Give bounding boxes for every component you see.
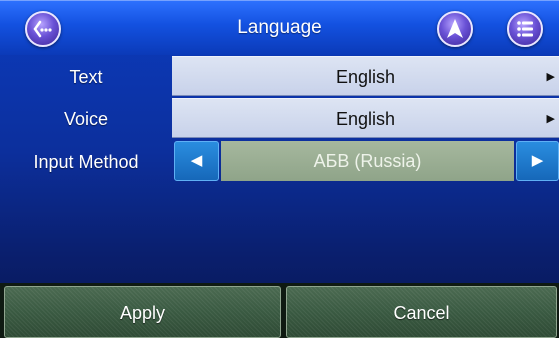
header-bar: Language (0, 0, 559, 55)
voice-language-value: English (335, 109, 396, 129)
input-method-value: АБВ (Russia) (221, 141, 514, 181)
text-language-selector[interactable]: English ▶ (172, 56, 559, 96)
input-method-prev-button[interactable]: ◀ (174, 141, 219, 181)
chevron-right-icon: ▶ (546, 113, 555, 125)
apply-button[interactable]: Apply (4, 286, 281, 338)
voice-language-row: Voice English ▶ (0, 98, 559, 140)
input-method-label: Input Method (33, 152, 139, 172)
footer-bar: Apply Cancel (0, 283, 559, 338)
arrow-right-icon: ▶ (531, 152, 544, 169)
menu-list-icon (517, 21, 533, 37)
menu-button[interactable] (507, 11, 543, 47)
voice-label: Voice (63, 109, 109, 129)
input-method-row: Input Method ◀ АБВ (Russia) ▶ (0, 141, 559, 183)
navigation-button[interactable] (437, 11, 473, 47)
cancel-button[interactable]: Cancel (286, 286, 557, 338)
text-language-value: English (335, 67, 396, 87)
back-icon (33, 20, 52, 38)
text-label: Text (69, 67, 103, 87)
chevron-right-icon: ▶ (546, 71, 555, 83)
arrow-left-icon: ◀ (190, 152, 203, 169)
input-method-next-button[interactable]: ▶ (516, 141, 559, 181)
back-button[interactable] (25, 11, 61, 47)
language-screen: Language Text English ▶ Voice English ▶ … (0, 0, 559, 338)
page-title: Language (237, 17, 322, 38)
voice-language-selector[interactable]: English ▶ (172, 98, 559, 138)
navigation-arrow-icon (447, 19, 463, 38)
text-language-row: Text English ▶ (0, 56, 559, 98)
